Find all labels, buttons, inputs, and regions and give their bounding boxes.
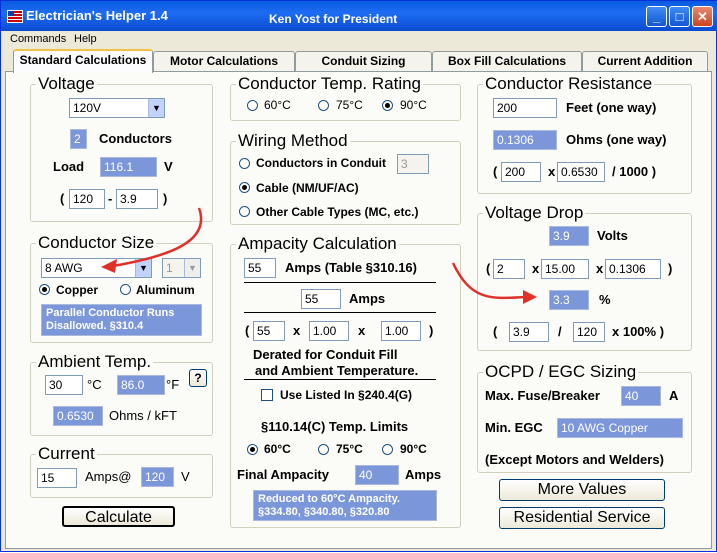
arrow-head-left (101, 259, 117, 273)
arrow-to-voltage-drop (451, 262, 526, 300)
app-window: Electrician's Helper 1.4 Ken Yost for Pr… (0, 0, 717, 552)
annotation-arrows (101, 207, 537, 304)
arrow-to-conductor-size (112, 207, 203, 268)
arrow-head-right (523, 290, 537, 304)
tab-standard-calculations[interactable]: Standard Calculations (13, 49, 153, 73)
